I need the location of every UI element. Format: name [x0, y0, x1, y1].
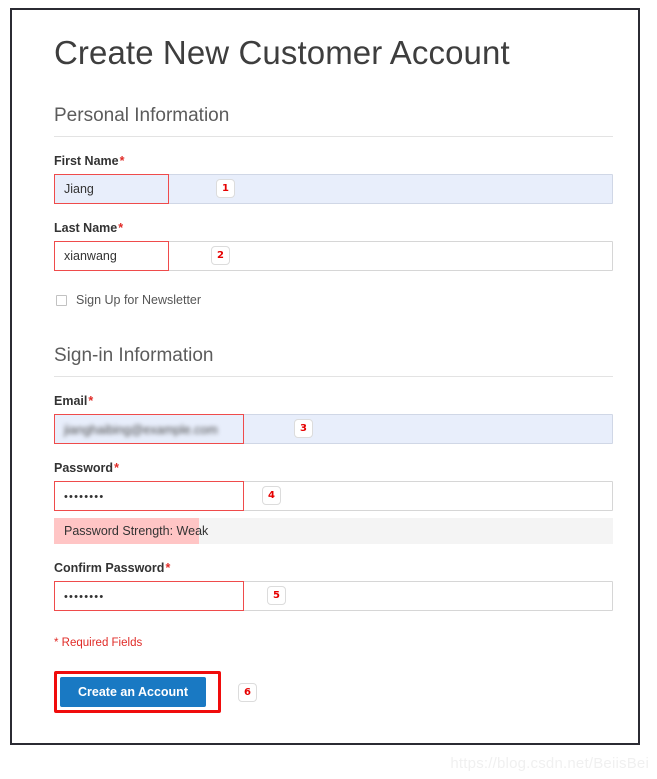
account-form-card: Create New Customer Account Personal Inf…: [10, 8, 640, 745]
annotation-badge-6: 6: [238, 682, 257, 702]
required-asterisk: *: [118, 221, 124, 236]
watermark: https://blog.csdn.net/BeiisBei: [450, 755, 649, 772]
last-name-label: Last Name*: [54, 221, 612, 236]
last-name-field: Last Name* 2: [54, 221, 613, 272]
confirm-password-label-text: Confirm Password: [54, 560, 165, 575]
password-strength-text: Password Strength: Weak: [64, 523, 209, 538]
required-asterisk: *: [165, 560, 171, 575]
email-label: Email*: [54, 394, 612, 409]
email-input[interactable]: jianghaibing@example.com: [54, 413, 613, 444]
page-title: Create New Customer Account: [54, 34, 510, 71]
last-name-label-text: Last Name: [54, 221, 118, 236]
personal-information-fieldset: Personal Information First Name* 1 Last …: [54, 105, 613, 309]
signin-information-fieldset: Sign-in Information Email* jianghaibing@…: [54, 345, 613, 611]
required-asterisk: *: [88, 393, 94, 408]
annotation-badge-1: 1: [216, 179, 235, 199]
first-name-label-text: First Name: [54, 154, 119, 169]
email-field: Email* jianghaibing@example.com 3: [54, 394, 613, 444]
required-fields-note: * Required Fields: [54, 636, 143, 649]
required-asterisk: *: [114, 460, 119, 475]
confirm-password-field: Confirm Password* •••••••• 5: [54, 561, 613, 611]
last-name-input[interactable]: [54, 241, 613, 272]
email-value-redacted: jianghaibing@example.com: [64, 422, 218, 437]
signin-information-legend: Sign-in Information: [54, 345, 214, 367]
annotation-badge-5: 5: [267, 585, 286, 605]
confirm-password-masked-value: ••••••••: [64, 590, 105, 603]
annotation-badge-4: 4: [262, 485, 281, 505]
first-name-field: First Name* 1: [54, 154, 613, 205]
first-name-label: First Name*: [54, 154, 612, 169]
create-account-button[interactable]: Create an Account: [60, 676, 206, 707]
password-label: Password*: [54, 461, 612, 476]
section-divider: [54, 136, 613, 138]
checkbox-icon[interactable]: [56, 294, 67, 306]
submit-area: Create an Account 6: [54, 670, 612, 715]
password-strength-meter: Password Strength: Weak: [54, 517, 613, 544]
personal-information-legend: Personal Information: [54, 105, 230, 127]
annotation-badge-3: 3: [294, 418, 313, 438]
required-asterisk: *: [119, 154, 125, 169]
confirm-password-input[interactable]: ••••••••: [54, 580, 613, 611]
section-divider: [54, 375, 613, 377]
first-name-input[interactable]: [54, 174, 613, 205]
confirm-password-label: Confirm Password*: [54, 561, 612, 576]
password-masked-value: ••••••••: [64, 490, 105, 503]
newsletter-label: Sign Up for Newsletter: [76, 293, 202, 308]
annotation-badge-2: 2: [211, 246, 230, 266]
password-input[interactable]: ••••••••: [54, 480, 613, 511]
email-label-text: Email: [54, 393, 88, 408]
password-label-text: Password: [54, 460, 114, 475]
password-field: Password* •••••••• 4 Password Strength: …: [54, 461, 613, 544]
newsletter-checkbox-row[interactable]: Sign Up for Newsletter: [54, 291, 612, 309]
